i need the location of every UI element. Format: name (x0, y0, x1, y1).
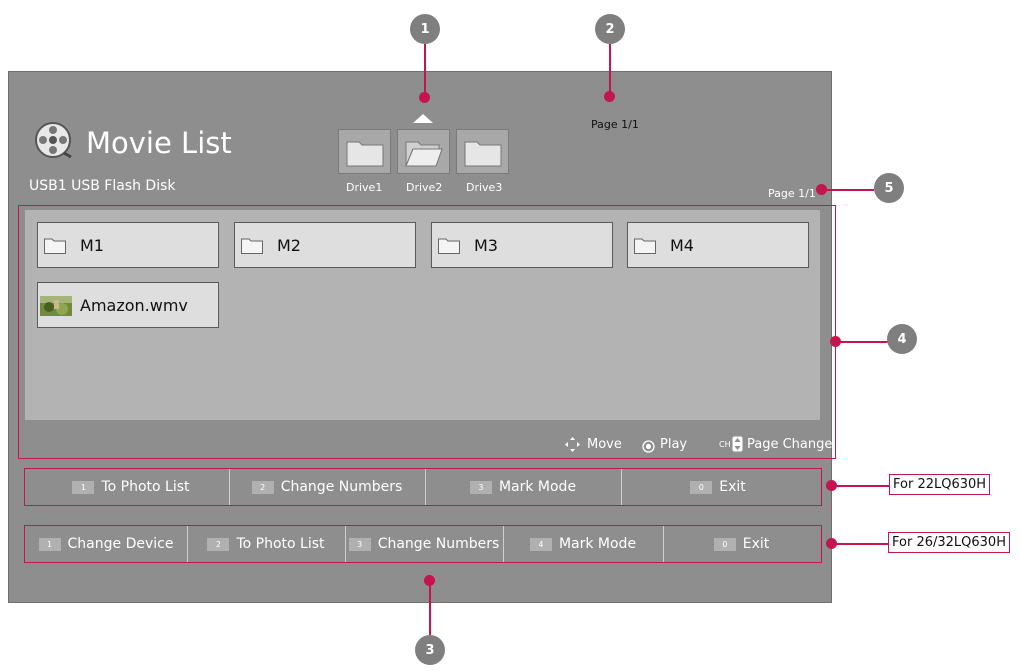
top-page-indicator: Page 1/1 (591, 118, 639, 131)
button-label: Exit (719, 479, 746, 495)
callout-1: 1 (410, 14, 440, 44)
folder-icon (346, 141, 384, 167)
mark-mode-button[interactable]: 3 Mark Mode (425, 469, 622, 505)
video-item-label: Amazon.wmv (80, 296, 188, 315)
drive-selector-arrow (413, 114, 433, 123)
callout-5: 5 (874, 173, 904, 203)
callout-5-line (822, 189, 874, 191)
drive-2-label: Drive2 (406, 181, 443, 194)
play-icon (642, 438, 655, 453)
play-hint: Play (660, 437, 688, 452)
channel-updown-icon (732, 436, 743, 452)
move-icon (565, 437, 580, 452)
key-1-icon: 1 (72, 480, 95, 494)
change-numbers-button[interactable]: 2 Change Numbers (229, 469, 426, 505)
folder-item-label: M1 (80, 236, 104, 255)
video-thumbnail-icon (40, 296, 72, 316)
button-label: Mark Mode (558, 536, 637, 552)
drive-3-button[interactable] (456, 129, 509, 174)
folder-item-m2[interactable]: M2 (234, 222, 416, 268)
to-photo-list-button[interactable]: 2 To Photo List (187, 526, 346, 562)
mark-mode-button[interactable]: 4 Mark Mode (503, 526, 664, 562)
change-device-button[interactable]: 1 Change Device (25, 526, 188, 562)
drive-3-label: Drive3 (466, 181, 503, 194)
button-label: Mark Mode (498, 479, 577, 495)
button-bar-22lq630h: 1 To Photo List 2 Change Numbers 3 Mark Mod… (24, 468, 822, 506)
folder-icon (464, 141, 502, 167)
button-label: Change Numbers (377, 536, 500, 552)
folder-item-label: M3 (474, 236, 498, 255)
list-page-indicator: Page 1/1 (768, 187, 816, 200)
ch-label: CH (719, 440, 731, 449)
open-folder-icon (405, 141, 443, 167)
key-2-icon: 2 (251, 480, 274, 494)
key-0-icon: 0 (713, 537, 736, 551)
key-1-icon: 1 (38, 537, 61, 551)
button-label: To Photo List (236, 536, 325, 552)
device-label: USB1 USB Flash Disk (29, 178, 176, 194)
drive-1-button[interactable] (338, 129, 391, 174)
drive-2-button[interactable] (397, 129, 450, 174)
folder-item-m4[interactable]: M4 (627, 222, 809, 268)
exit-button[interactable]: 0 Exit (621, 469, 815, 505)
folder-item-label: M4 (670, 236, 694, 255)
key-2-icon: 2 (207, 537, 230, 551)
callout-3-line (429, 581, 431, 635)
folder-icon (241, 238, 263, 254)
callout-1-dot (419, 92, 430, 103)
video-item-amazon[interactable]: Amazon.wmv (37, 282, 219, 328)
button-label: To Photo List (101, 479, 190, 495)
model-tag-22lq630h: For 22LQ630H (889, 474, 991, 495)
callout-1-line (424, 44, 426, 97)
move-hint: Move (587, 437, 622, 452)
button-bar-26-32lq630h: 1 Change Device 2 To Photo List 3 Change Nu… (24, 525, 822, 563)
change-numbers-button[interactable]: 3 Change Numbers (345, 526, 504, 562)
folder-icon (438, 238, 460, 254)
key-4-icon: 4 (529, 537, 552, 551)
callout-2-line (609, 44, 611, 97)
exit-button[interactable]: 0 Exit (663, 526, 820, 562)
folder-item-label: M2 (277, 236, 301, 255)
callout-4-line (836, 341, 888, 343)
callout-2: 2 (595, 14, 625, 44)
page-change-hint: Page Change (747, 437, 833, 452)
drive-1-label: Drive1 (346, 181, 383, 194)
folder-item-m3[interactable]: M3 (431, 222, 613, 268)
to-photo-list-button[interactable]: 1 To Photo List (33, 469, 230, 505)
callout-3: 3 (415, 635, 445, 665)
button-label: Change Numbers (280, 479, 403, 495)
folder-item-m1[interactable]: M1 (37, 222, 219, 268)
button-label: Change Device (67, 536, 174, 552)
model-tag-26-32lq630h: For 26/32LQ630H (888, 532, 1010, 553)
key-3-icon: 3 (348, 537, 371, 551)
bar2-connector-line (832, 543, 889, 545)
folder-icon (44, 238, 66, 254)
bar1-connector-line (832, 485, 890, 487)
button-label: Exit (742, 536, 770, 552)
folder-icon (634, 238, 656, 254)
key-3-icon: 3 (469, 480, 492, 494)
callout-4: 4 (887, 324, 917, 354)
callout-2-dot (604, 91, 615, 102)
movie-reel-icon (34, 121, 72, 159)
key-0-icon: 0 (690, 480, 713, 494)
page-title: Movie List (86, 126, 232, 160)
